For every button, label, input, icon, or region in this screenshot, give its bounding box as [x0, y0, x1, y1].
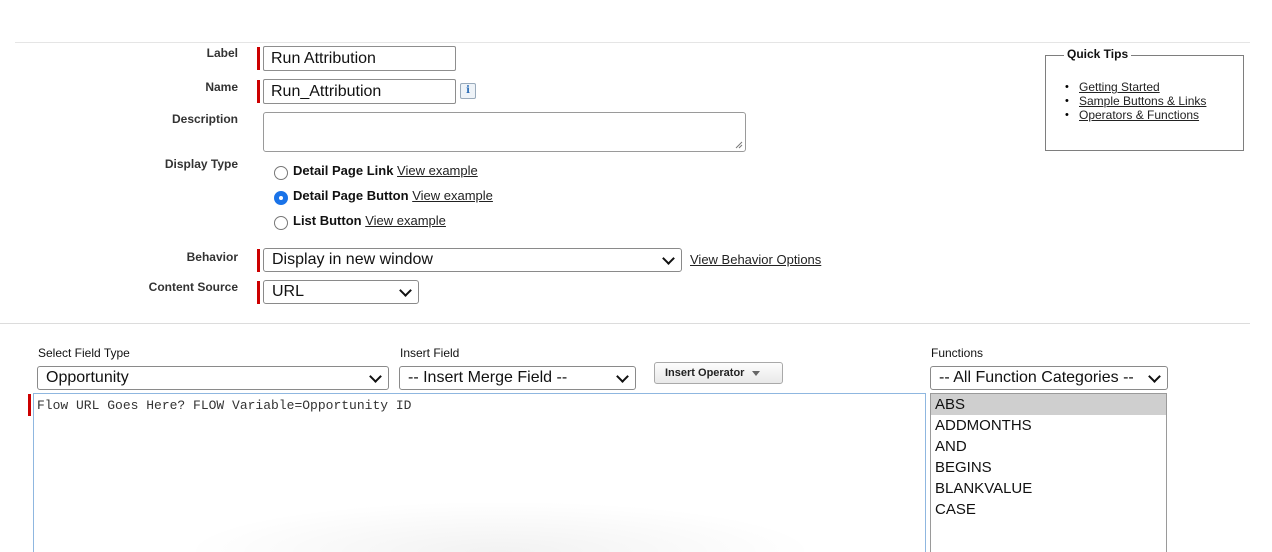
- quick-tip-item: Operators & Functions: [1065, 108, 1206, 122]
- required-indicator: [257, 249, 260, 272]
- chevron-down-icon: [369, 370, 382, 383]
- view-example-link[interactable]: View example: [397, 163, 478, 178]
- content-source-select[interactable]: URL: [263, 280, 419, 304]
- select-field-type-caption: Select Field Type: [38, 346, 130, 360]
- content-source-select-value: URL: [272, 283, 305, 300]
- insert-field-caption: Insert Field: [400, 346, 460, 360]
- chevron-down-icon: [1148, 370, 1161, 383]
- name-caption: Name: [205, 80, 238, 94]
- function-item-addmonths[interactable]: ADDMONTHS: [931, 415, 1166, 436]
- quick-tip-item: Sample Buttons & Links: [1065, 94, 1206, 108]
- shadow-overlay: [180, 500, 820, 552]
- radio-detail-page-link[interactable]: [274, 166, 288, 180]
- select-field-type-select[interactable]: Opportunity: [37, 366, 389, 390]
- function-item-and[interactable]: AND: [931, 436, 1166, 457]
- required-indicator: [257, 80, 260, 103]
- required-indicator: [28, 394, 31, 416]
- chevron-down-icon: [399, 284, 412, 297]
- quick-tips-list: Getting Started Sample Buttons & Links O…: [1065, 80, 1206, 122]
- function-item-blankvalue[interactable]: BLANKVALUE: [931, 478, 1166, 499]
- behavior-select[interactable]: Display in new window: [263, 248, 682, 272]
- label-input-value: Run Attribution: [271, 49, 376, 67]
- getting-started-link[interactable]: Getting Started: [1079, 80, 1160, 94]
- section-divider: [0, 323, 1250, 324]
- radio-label-detail-page-link: Detail Page Link View example: [293, 163, 478, 178]
- label-input[interactable]: Run Attribution: [263, 46, 456, 71]
- triangle-down-icon: [752, 370, 761, 376]
- quick-tip-item: Getting Started: [1065, 80, 1206, 94]
- view-behavior-options-link[interactable]: View Behavior Options: [690, 252, 821, 267]
- description-caption: Description: [171, 112, 238, 126]
- radio-text: List Button: [293, 213, 362, 228]
- insert-operator-button[interactable]: Insert Operator: [654, 362, 783, 384]
- info-icon[interactable]: i: [460, 83, 476, 99]
- behavior-select-value: Display in new window: [272, 251, 433, 268]
- select-field-type-value: Opportunity: [46, 369, 129, 386]
- function-categories-select[interactable]: -- All Function Categories --: [930, 366, 1168, 390]
- operators-functions-link[interactable]: Operators & Functions: [1079, 108, 1199, 122]
- function-item-case[interactable]: CASE: [931, 499, 1166, 520]
- radio-text: Detail Page Link: [293, 163, 394, 178]
- required-indicator: [257, 281, 260, 304]
- radio-text: Detail Page Button: [293, 188, 409, 203]
- function-categories-value: -- All Function Categories --: [939, 369, 1134, 386]
- radio-list-button[interactable]: [274, 216, 288, 230]
- resize-handle-icon[interactable]: [735, 141, 743, 149]
- description-textarea[interactable]: [263, 112, 746, 152]
- display-type-caption: Display Type: [164, 157, 238, 171]
- formula-editor-content: Flow URL Goes Here? FLOW Variable=Opport…: [37, 398, 412, 413]
- radio-label-list-button: List Button View example: [293, 213, 446, 228]
- function-item-begins[interactable]: BEGINS: [931, 457, 1166, 478]
- insert-operator-label: Insert Operator: [665, 367, 745, 379]
- content-source-caption: Content Source: [148, 280, 238, 294]
- behavior-caption: Behavior: [186, 250, 238, 264]
- radio-label-detail-page-button: Detail Page Button View example: [293, 188, 493, 203]
- radio-detail-page-button[interactable]: [274, 191, 288, 205]
- view-example-link[interactable]: View example: [365, 213, 446, 228]
- chevron-down-icon: [662, 252, 675, 265]
- sample-buttons-links-link[interactable]: Sample Buttons & Links: [1079, 94, 1206, 108]
- functions-listbox[interactable]: ABS ADDMONTHS AND BEGINS BLANKVALUE CASE: [930, 393, 1167, 552]
- function-item-abs[interactable]: ABS: [931, 394, 1166, 415]
- name-input[interactable]: Run_Attribution: [263, 79, 456, 104]
- insert-merge-field-value: -- Insert Merge Field --: [408, 369, 568, 386]
- label-caption: Label: [206, 46, 238, 60]
- insert-merge-field-select[interactable]: -- Insert Merge Field --: [399, 366, 636, 390]
- top-divider: [15, 42, 1250, 43]
- chevron-down-icon: [616, 370, 629, 383]
- name-input-value: Run_Attribution: [271, 82, 382, 100]
- functions-caption: Functions: [931, 346, 984, 360]
- required-indicator: [257, 47, 260, 70]
- quick-tips-title: Quick Tips: [1064, 47, 1132, 61]
- view-example-link[interactable]: View example: [412, 188, 493, 203]
